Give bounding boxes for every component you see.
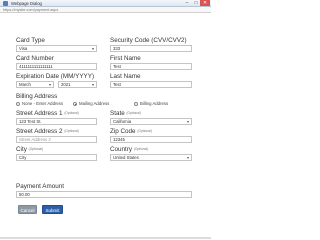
country-select[interactable]: United States ▾ [110, 154, 192, 161]
expiration-year-select[interactable]: 2021 ▾ [58, 81, 97, 88]
chevron-down-icon: ▾ [186, 155, 189, 160]
city-input[interactable]: City [16, 154, 97, 161]
country-optional: (Optional) [133, 147, 149, 151]
close-icon[interactable]: ✕ [200, 0, 210, 6]
zip-label: Zip Code (Optional) [110, 128, 152, 135]
payment-amount-input[interactable]: 50.00 [16, 191, 192, 198]
state-label-text: State [110, 110, 125, 118]
radio-mailing-address[interactable] [73, 102, 77, 106]
radio-label-billing: Billing Address [140, 101, 169, 106]
state-label: State (Optional) [110, 110, 141, 117]
zip-optional: (Optional) [137, 129, 152, 133]
radio-label-none: None - Enter Address [22, 101, 64, 106]
window-titlebar: Webpage Dialog – □ ✕ [0, 0, 211, 7]
last-name-label: Last Name [110, 73, 141, 80]
security-code-input[interactable]: 333 [110, 45, 192, 52]
expiration-month-value: March [19, 82, 31, 87]
maximize-icon[interactable]: □ [192, 0, 200, 6]
street2-label-text: Street Address 2 [16, 128, 63, 136]
page-url: https://mysite.com/payment.aspx [3, 8, 59, 12]
minimize-icon[interactable]: – [183, 0, 191, 6]
city-optional: (Optional) [28, 147, 44, 151]
card-number-input[interactable]: 4111111111111111 [16, 63, 97, 70]
state-value: California [113, 119, 132, 124]
browser-icon [3, 1, 8, 6]
window-bottom-border [0, 237, 211, 239]
chevron-down-icon: ▾ [48, 82, 51, 87]
billing-address-heading: Billing Address [16, 93, 58, 100]
country-value: United States [113, 155, 139, 160]
address-bar: https://mysite.com/payment.aspx [0, 7, 211, 13]
chevron-down-icon: ▾ [186, 119, 189, 124]
street1-label-text: Street Address 1 [16, 110, 63, 118]
last-name-input[interactable]: Test [110, 81, 192, 88]
city-label: City (Optional) [16, 146, 43, 153]
street1-input[interactable]: 123 Test St. [16, 118, 97, 125]
street2-label: Street Address 2 (Optional) [16, 128, 79, 135]
payment-amount-label: Payment Amount [16, 183, 64, 190]
cancel-button[interactable]: Cancel [18, 205, 37, 214]
city-label-text: City [16, 146, 27, 154]
state-select[interactable]: California ▾ [110, 118, 192, 125]
security-code-label: Security Code (CVV/CVV2) [110, 37, 187, 44]
country-label: Country (Optional) [110, 146, 148, 153]
expiration-year-value: 2021 [61, 82, 71, 87]
card-type-label: Card Type [16, 37, 45, 44]
street1-optional: (Optional) [64, 111, 79, 115]
street2-optional: (Optional) [64, 129, 79, 133]
radio-label-mailing: Mailing Address [79, 101, 110, 106]
expiration-month-select[interactable]: March ▾ [16, 81, 54, 88]
zip-label-text: Zip Code [110, 128, 136, 136]
card-type-value: Visa [19, 46, 28, 51]
card-number-label: Card Number [16, 55, 54, 62]
chevron-down-icon: ▾ [91, 46, 94, 51]
country-label-text: Country [110, 146, 133, 154]
radio-none-enter-address[interactable] [16, 102, 20, 106]
street2-input[interactable]: Street Address 2 [16, 136, 97, 143]
first-name-label: First Name [110, 55, 141, 62]
submit-button[interactable]: Submit [42, 205, 63, 214]
street1-label: Street Address 1 (Optional) [16, 110, 79, 117]
first-name-input[interactable]: Test [110, 63, 192, 70]
expiration-label: Expiration Date (MM/YYYY) [16, 73, 95, 80]
zip-input[interactable]: 12345 [110, 136, 192, 143]
card-type-select[interactable]: Visa ▾ [16, 45, 97, 52]
chevron-down-icon: ▾ [91, 82, 94, 87]
window-title: Webpage Dialog [11, 1, 42, 6]
radio-billing-address[interactable] [134, 102, 138, 106]
state-optional: (Optional) [126, 111, 141, 115]
